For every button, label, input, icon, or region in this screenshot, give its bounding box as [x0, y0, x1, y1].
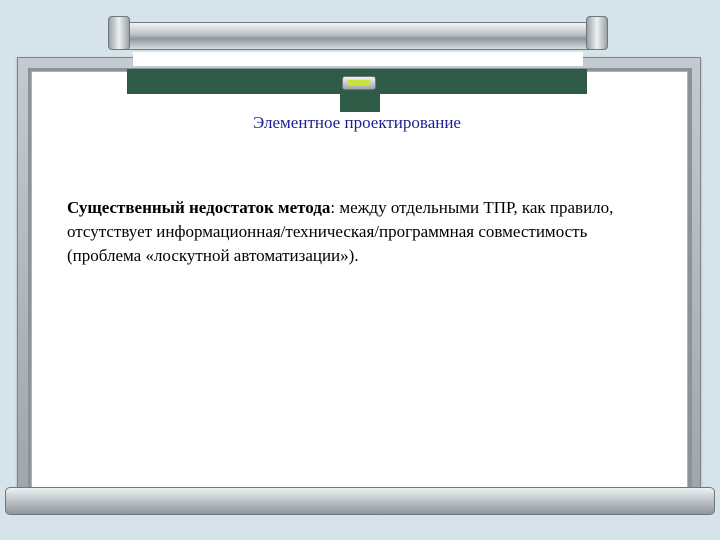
slide-body: Существенный недостаток метода: между от…: [67, 196, 657, 268]
bottom-tray: [5, 487, 715, 515]
rod-cap-left: [108, 16, 130, 50]
rail-strip: [133, 52, 583, 66]
board-surface: [31, 71, 688, 491]
hanger-indicator: [348, 80, 370, 86]
lead-bold-text: Существенный недостаток метода: [67, 198, 331, 217]
top-rod: [110, 22, 608, 50]
rod-cap-right: [586, 16, 608, 50]
slide-title: Элементное проектирование: [253, 113, 461, 132]
